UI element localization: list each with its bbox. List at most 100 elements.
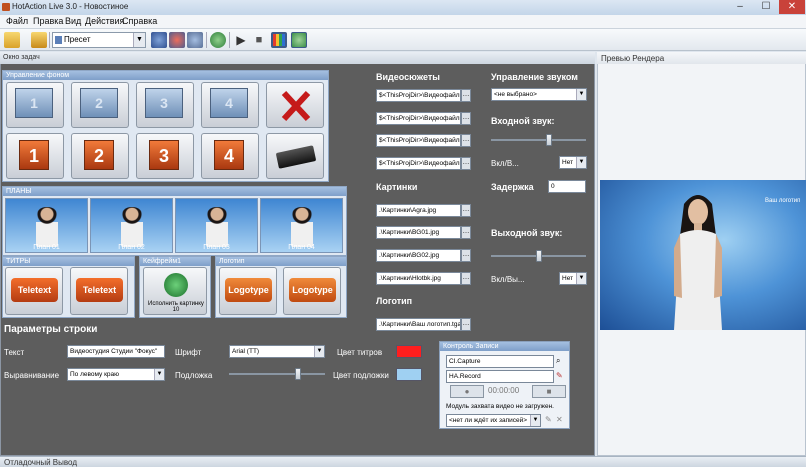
menu-file[interactable]: Файл bbox=[6, 16, 28, 26]
search-icon[interactable]: ⌕ bbox=[556, 356, 560, 366]
menu-edit[interactable]: Правка bbox=[33, 16, 63, 26]
presenter-image bbox=[674, 195, 722, 330]
chevron-down-icon[interactable]: ▼ bbox=[314, 346, 324, 357]
substrate-color-swatch[interactable] bbox=[396, 368, 422, 381]
capture-device-field[interactable]: CI.Capture bbox=[446, 355, 554, 368]
film-tile-1[interactable]: 1 bbox=[6, 82, 64, 128]
substrate-slider[interactable] bbox=[229, 368, 325, 380]
record-button[interactable]: ● bbox=[450, 385, 484, 398]
presenter-thumbnail bbox=[291, 207, 313, 247]
color-bars-icon[interactable] bbox=[271, 32, 287, 48]
input-sound-slider[interactable] bbox=[491, 134, 586, 146]
string-params-heading: Параметры строки bbox=[4, 324, 98, 335]
browse-button[interactable]: … bbox=[461, 204, 471, 217]
remove-layer-icon[interactable] bbox=[169, 32, 185, 48]
number-tile-4[interactable]: 4 bbox=[201, 133, 259, 179]
logo-heading: Логотип bbox=[376, 296, 413, 306]
refresh-icon[interactable] bbox=[210, 32, 226, 48]
add-layer-icon[interactable] bbox=[151, 32, 167, 48]
align-label: Выравнивание bbox=[4, 371, 60, 380]
stop-button[interactable]: ■ bbox=[532, 385, 566, 398]
stop-icon[interactable]: ■ bbox=[251, 32, 267, 48]
onoff1-select[interactable]: Нет ▼ bbox=[559, 156, 587, 169]
film-tile-3[interactable]: 3 bbox=[136, 82, 194, 128]
save-folder-icon[interactable] bbox=[31, 32, 47, 48]
capture-list-select[interactable]: <нет ли ждёт их записей> ▼ bbox=[446, 414, 541, 427]
presenter-thumbnail bbox=[36, 207, 58, 247]
plan-4[interactable]: План 04 bbox=[260, 198, 343, 253]
plan-2[interactable]: План 02 bbox=[90, 198, 173, 253]
picture-file-4[interactable]: .\Картинки\Hlotbk.jpg bbox=[376, 272, 461, 285]
title-color-swatch[interactable] bbox=[396, 345, 422, 358]
plan-3[interactable]: План 03 bbox=[175, 198, 258, 253]
slider-thumb[interactable] bbox=[295, 368, 301, 380]
output-sound-slider[interactable] bbox=[491, 250, 586, 262]
slider-thumb[interactable] bbox=[536, 250, 542, 262]
chevron-down-icon[interactable]: ▼ bbox=[154, 369, 164, 380]
font-select[interactable]: Arial (TT) ▼ bbox=[229, 345, 325, 358]
onoff2-select[interactable]: Нет ▼ bbox=[559, 272, 587, 285]
wrench-icon[interactable]: ✎ bbox=[556, 371, 563, 380]
picture-file-2[interactable]: .\Картинки\BG01.jpg bbox=[376, 226, 461, 239]
presenter-thumbnail bbox=[121, 207, 143, 247]
chevron-down-icon[interactable]: ▼ bbox=[576, 273, 586, 284]
browse-button[interactable]: … bbox=[461, 272, 471, 285]
sound-device-select[interactable]: <не выбрано> ▼ bbox=[491, 88, 587, 101]
status-bar: Отладочный Вывод bbox=[0, 456, 806, 467]
preset-select[interactable]: Пресет ▼ bbox=[52, 32, 146, 48]
open-folder-icon[interactable] bbox=[4, 32, 20, 48]
browse-button[interactable]: … bbox=[461, 134, 471, 147]
logotype-tile-2[interactable]: Logotype bbox=[283, 267, 341, 315]
logotype-tile-1[interactable]: Logotype bbox=[219, 267, 277, 315]
record-field[interactable]: HA.Record bbox=[446, 370, 554, 383]
align-select[interactable]: По левому краю ▼ bbox=[67, 368, 165, 381]
video-file-4[interactable]: $<ThisProjDir>\Видеофайлы\ bbox=[376, 157, 461, 170]
film-tile-4[interactable]: 4 bbox=[201, 82, 259, 128]
browse-button[interactable]: … bbox=[461, 157, 471, 170]
number-tile-1[interactable]: 1 bbox=[6, 133, 64, 179]
close-icon[interactable]: ✕ bbox=[779, 0, 805, 14]
delete-background-button[interactable] bbox=[266, 82, 324, 128]
sound-heading: Управление звуком bbox=[491, 72, 578, 82]
menu-view[interactable]: Вид bbox=[65, 16, 81, 26]
capture-time: 00:00:00 bbox=[488, 386, 520, 395]
logotype-header: Логотип bbox=[216, 257, 346, 266]
menu-actions[interactable]: Действия bbox=[85, 16, 124, 26]
chevron-down-icon[interactable]: ▼ bbox=[530, 415, 540, 426]
logo-file[interactable]: .\Картинки\Ваш логотип.tga bbox=[376, 318, 461, 331]
delete-icon[interactable]: ✕ bbox=[556, 415, 563, 424]
chevron-down-icon[interactable]: ▼ bbox=[133, 33, 145, 47]
edit-icon[interactable]: ✎ bbox=[545, 415, 552, 424]
slider-thumb[interactable] bbox=[546, 134, 552, 146]
teletext-tile-1[interactable]: Teletext bbox=[5, 267, 63, 315]
menu-help[interactable]: Справка bbox=[122, 16, 157, 26]
browse-button[interactable]: … bbox=[461, 226, 471, 239]
browse-button[interactable]: … bbox=[461, 318, 471, 331]
text-input[interactable]: Видеостудия Студии "Фокус" bbox=[67, 345, 165, 358]
video-file-3[interactable]: $<ThisProjDir>\Видеофайлы\ bbox=[376, 134, 461, 147]
picture-file-3[interactable]: .\Картинки\BG02.jpg bbox=[376, 249, 461, 262]
film-tile-2[interactable]: 2 bbox=[71, 82, 129, 128]
browse-button[interactable]: … bbox=[461, 249, 471, 262]
delay-spinner[interactable]: 0 bbox=[548, 180, 586, 193]
number-tile-2[interactable]: 2 bbox=[71, 133, 129, 179]
settings-gear-icon[interactable] bbox=[187, 32, 203, 48]
picture-file-1[interactable]: .\Картинки\Agra.jpg bbox=[376, 204, 461, 217]
number-tile-3[interactable]: 3 bbox=[136, 133, 194, 179]
browse-button[interactable]: … bbox=[461, 112, 471, 125]
chevron-down-icon[interactable]: ▼ bbox=[576, 89, 586, 100]
video-file-1[interactable]: $<ThisProjDir>\Видеофайлы\ bbox=[376, 89, 461, 102]
chevron-down-icon[interactable]: ▼ bbox=[576, 157, 586, 168]
video-file-2[interactable]: $<ThisProjDir>\Видеофайлы\ bbox=[376, 112, 461, 125]
keyframe-tile[interactable]: Исполнить картинку 10 bbox=[143, 267, 207, 315]
input-sound-label: Входной звук: bbox=[491, 116, 555, 126]
preview-window-icon[interactable] bbox=[291, 32, 307, 48]
maximize-icon[interactable]: ☐ bbox=[753, 0, 779, 14]
teletext-tile-2[interactable]: Teletext bbox=[70, 267, 128, 315]
title-bar: HotAction Live 3.0 - Новостиное – ☐ ✕ bbox=[0, 0, 806, 15]
browse-button[interactable]: … bbox=[461, 89, 471, 102]
play-icon[interactable]: ▶ bbox=[233, 32, 249, 48]
minimize-icon[interactable]: – bbox=[727, 0, 753, 14]
plan-1[interactable]: План 01 bbox=[5, 198, 88, 253]
tape-tile[interactable] bbox=[266, 133, 324, 179]
